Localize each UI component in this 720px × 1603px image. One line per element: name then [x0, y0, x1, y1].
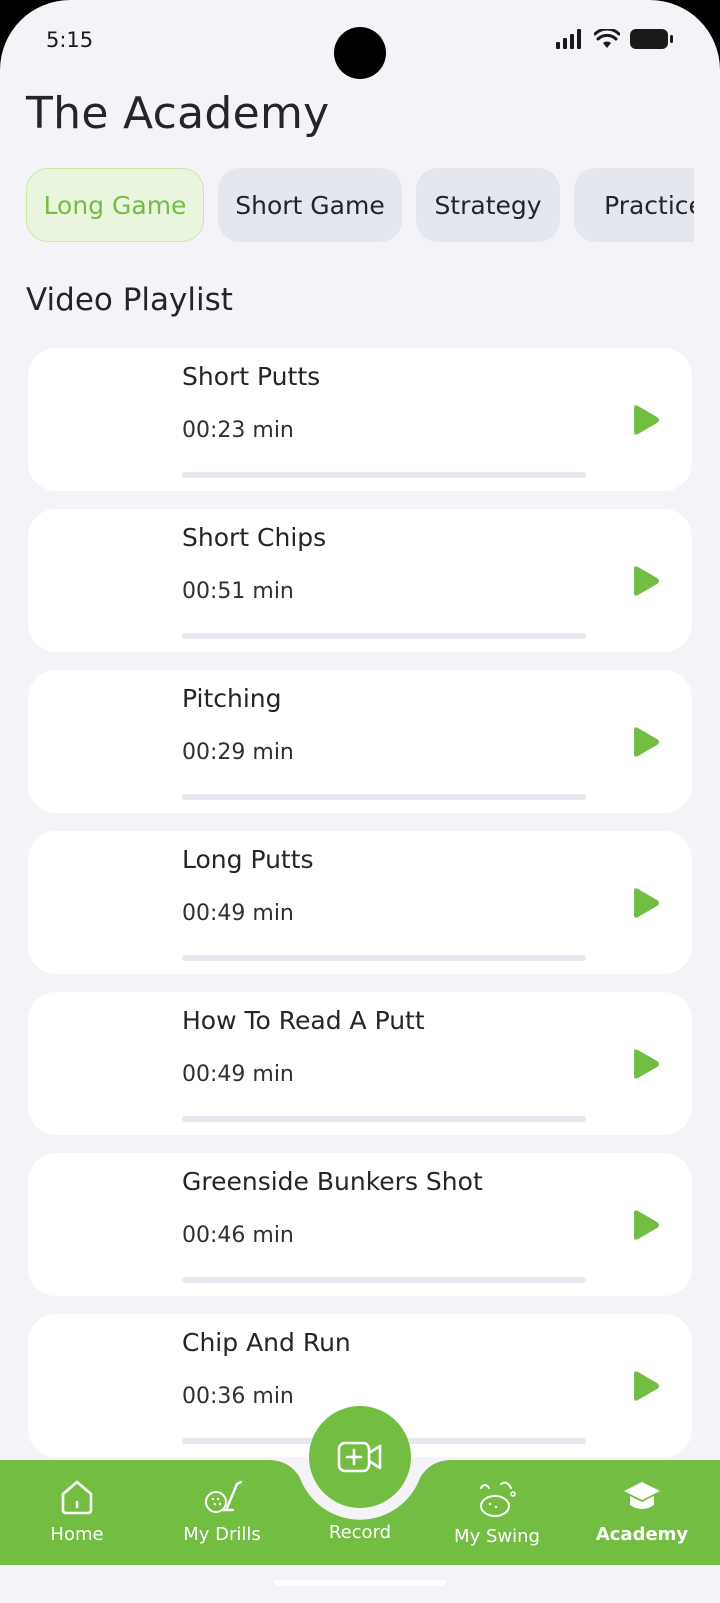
wifi-icon: [594, 29, 620, 48]
battery-icon: [630, 29, 673, 49]
record-button[interactable]: [309, 1406, 411, 1508]
video-title: Greenside Bunkers Shot: [182, 1167, 483, 1196]
video-progress-bar: [182, 472, 586, 478]
video-duration: 00:49 min: [182, 901, 294, 926]
video-duration: 00:46 min: [182, 1223, 294, 1248]
camera-cutout: [334, 27, 414, 79]
nav-my-drills-label: My Drills: [183, 1524, 261, 1545]
video-progress-bar: [182, 955, 586, 961]
play-icon[interactable]: [626, 1207, 662, 1243]
record-label: Record: [328, 1522, 392, 1543]
video-title: Short Chips: [182, 523, 327, 552]
home-icon: [61, 1480, 93, 1515]
video-progress-bar: [182, 633, 586, 639]
tab-strategy[interactable]: Strategy: [416, 168, 560, 242]
play-icon[interactable]: [626, 563, 662, 599]
video-title: Short Putts: [182, 362, 321, 391]
tab-short-game[interactable]: Short Game: [218, 168, 402, 242]
nav-my-swing[interactable]: My Swing: [432, 1478, 562, 1547]
video-progress-bar: [182, 1277, 586, 1283]
app-screen: 5:15 The Academy Long Game Short Game St…: [0, 0, 720, 1603]
video-duration: 00:36 min: [182, 1384, 294, 1409]
play-icon[interactable]: [626, 402, 662, 438]
video-card[interactable]: How To Read A Putt 00:49 min: [28, 992, 692, 1135]
video-progress-bar: [182, 1116, 586, 1122]
nav-home[interactable]: Home: [12, 1478, 142, 1545]
golf-drills-icon: [205, 1480, 243, 1513]
home-indicator[interactable]: [274, 1580, 446, 1586]
graduation-cap-icon: [624, 1482, 660, 1509]
golf-ball-swing-icon: [480, 1481, 516, 1517]
status-icons: [556, 28, 674, 50]
video-title: Long Putts: [182, 845, 314, 874]
video-duration: 00:49 min: [182, 1062, 294, 1087]
video-card[interactable]: Short Chips 00:51 min: [28, 509, 692, 652]
signal-icon: [556, 29, 581, 49]
nav-home-label: Home: [50, 1524, 104, 1545]
video-add-icon: [337, 1441, 382, 1473]
nav-academy[interactable]: Academy: [577, 1478, 707, 1545]
video-card[interactable]: Greenside Bunkers Shot 00:46 min: [28, 1153, 692, 1296]
tab-long-game[interactable]: Long Game: [26, 168, 204, 242]
play-icon[interactable]: [626, 1046, 662, 1082]
category-tabs: Long Game Short Game Strategy Practice: [26, 168, 694, 244]
video-title: How To Read A Putt: [182, 1006, 425, 1035]
video-card[interactable]: Long Putts 00:49 min: [28, 831, 692, 974]
play-icon[interactable]: [626, 885, 662, 921]
play-icon[interactable]: [626, 1368, 662, 1404]
video-progress-bar: [182, 794, 586, 800]
video-title: Pitching: [182, 684, 282, 713]
nav-academy-label: Academy: [595, 1524, 689, 1545]
video-duration: 00:51 min: [182, 579, 294, 604]
video-title: Chip And Run: [182, 1328, 351, 1357]
video-playlist: Short Putts 00:23 min Short Chips 00:51 …: [28, 348, 692, 1475]
section-title: Video Playlist: [26, 282, 233, 318]
video-card[interactable]: Short Putts 00:23 min: [28, 348, 692, 491]
video-card[interactable]: Pitching 00:29 min: [28, 670, 692, 813]
page-title: The Academy: [26, 88, 330, 139]
tab-practice[interactable]: Practice: [574, 168, 694, 242]
nav-my-drills[interactable]: My Drills: [157, 1478, 287, 1545]
status-time: 5:15: [46, 28, 94, 52]
nav-my-swing-label: My Swing: [454, 1526, 540, 1547]
play-icon[interactable]: [626, 724, 662, 760]
video-duration: 00:29 min: [182, 740, 294, 765]
video-duration: 00:23 min: [182, 418, 294, 443]
